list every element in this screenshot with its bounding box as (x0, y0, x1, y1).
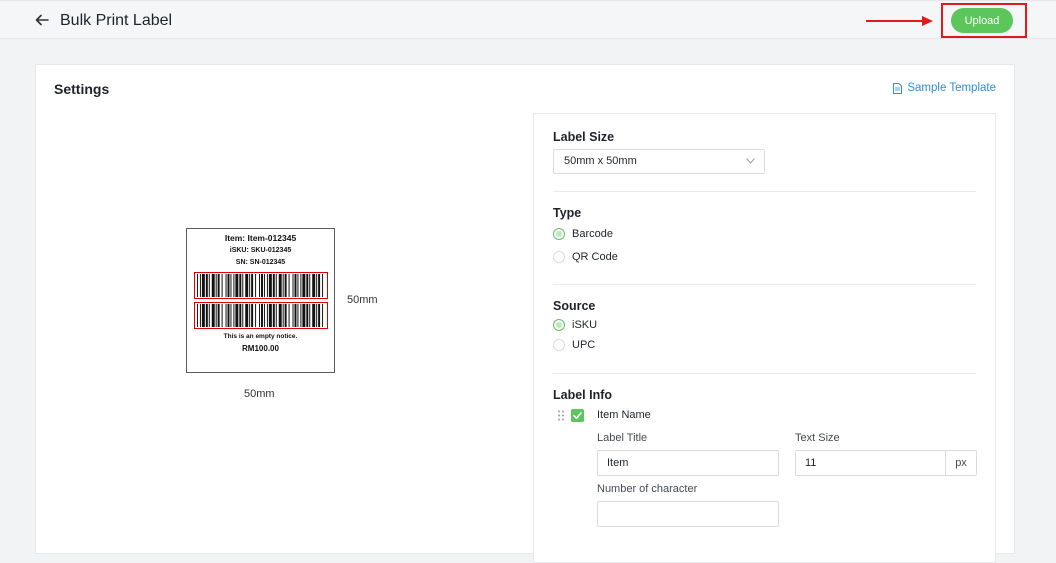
text-size-input[interactable] (795, 450, 946, 476)
radio-button[interactable] (553, 228, 565, 240)
number-of-character-label: Number of character (597, 483, 698, 495)
label-title-label: Label Title (597, 432, 648, 444)
label-preview: Item: Item-012345 iSKU: SKU-012345 SN: S… (186, 228, 335, 373)
preview-notice: This is an empty notice. (223, 333, 298, 340)
radio-button[interactable] (553, 251, 565, 263)
drag-handle-icon[interactable] (557, 410, 565, 421)
preview-isku: iSKU: SKU-012345 (229, 247, 292, 254)
radio-label: QR Code (572, 251, 618, 263)
label-size-select[interactable]: 50mm x 50mm (553, 149, 765, 174)
barcode-image (194, 272, 328, 299)
text-size-label: Text Size (795, 432, 840, 444)
source-option-isku[interactable]: iSKU (553, 319, 597, 331)
document-icon (893, 82, 903, 94)
source-title: Source (553, 299, 596, 313)
preview-price: RM100.00 (242, 344, 279, 353)
type-title: Type (553, 206, 582, 220)
top-bar: Bulk Print Label Upload (0, 0, 1056, 39)
sample-template-link[interactable]: Sample Template (893, 82, 996, 94)
label-size-title: Label Size (553, 130, 615, 144)
width-dimension-label: 50mm (244, 388, 275, 400)
radio-button[interactable] (553, 319, 565, 331)
item-name-checkbox[interactable] (571, 409, 584, 422)
sample-template-label: Sample Template (907, 82, 996, 94)
label-title-input[interactable] (597, 450, 779, 476)
radio-label: iSKU (572, 319, 598, 331)
type-option-qr-code[interactable]: QR Code (553, 251, 618, 263)
preview-sn: SN: SN-012345 (235, 259, 286, 266)
radio-button[interactable] (553, 339, 565, 351)
chevron-down-icon (746, 158, 755, 164)
radio-label: Barcode (572, 228, 613, 240)
settings-card: Settings Sample Template Item: Item-0123… (35, 64, 1015, 563)
checkmark-icon (573, 412, 582, 419)
preview-item: Item: Item-012345 (224, 233, 297, 243)
label-info-title: Label Info (553, 388, 613, 402)
text-size-unit: px (946, 450, 977, 476)
source-option-upc[interactable]: UPC (553, 339, 595, 351)
divider (553, 373, 976, 374)
height-dimension-label: 50mm (347, 294, 378, 306)
annotation-arrow-icon (866, 16, 933, 26)
settings-title: Settings (54, 81, 110, 97)
page-title: Bulk Print Label (60, 12, 173, 29)
divider (553, 191, 976, 192)
upload-button[interactable]: Upload (951, 8, 1013, 33)
type-option-barcode[interactable]: Barcode (553, 228, 613, 240)
item-name-label: Item Name (597, 409, 651, 421)
label-settings-panel: Label Size 50mm x 50mm Type Barcode QR C… (533, 113, 996, 563)
arrow-left-icon[interactable] (34, 12, 50, 28)
divider (553, 284, 976, 285)
barcode-image (194, 302, 328, 329)
radio-label: UPC (572, 339, 596, 351)
number-of-character-input[interactable] (597, 501, 779, 527)
label-size-value: 50mm x 50mm (564, 155, 637, 167)
